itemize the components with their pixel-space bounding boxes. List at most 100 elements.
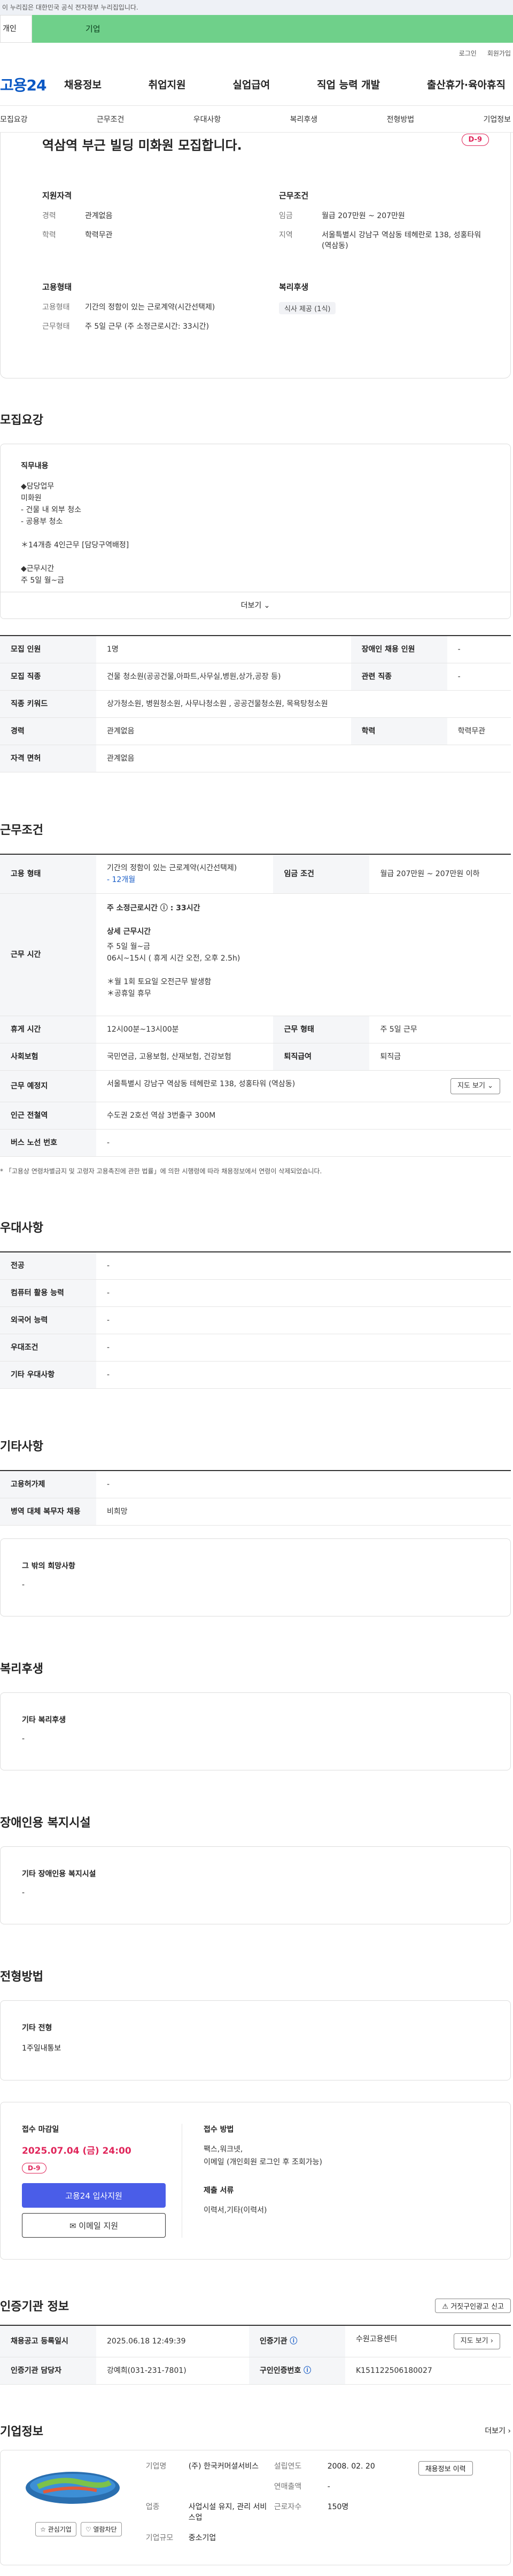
subnav-welfare[interactable]: 복리후생 (290, 114, 318, 125)
site-logo[interactable]: 고용24 (0, 74, 59, 95)
summary-emp-heading: 고용형태 (42, 282, 72, 292)
history-button[interactable]: 채용정보 이력 (418, 2461, 473, 2476)
subnav-corp[interactable]: 기업정보 (483, 114, 511, 125)
email-apply-button[interactable]: ✉ 이메일 지원 (22, 2213, 166, 2238)
cell-label: 고용 형태 (0, 854, 96, 894)
info-icon[interactable]: ⓘ (304, 2366, 311, 2375)
block-company-button[interactable]: ♡ 열람차단 (80, 2522, 122, 2536)
report-button[interactable]: ⚠ 거짓구인광고 신고 (435, 2298, 511, 2313)
section-title-disab: 장애인용 복지시설 (0, 1816, 91, 1830)
cell-label: 기타 우대사항 (0, 1361, 96, 1389)
cert-agency-label: 인증기관 (259, 2337, 287, 2346)
cell-label: 장애인 채용 인원 (351, 636, 447, 663)
cell-label: 자격 면허 (0, 745, 96, 772)
map-button[interactable]: 지도 보기 › (453, 2333, 500, 2349)
table-row: 병역 대체 복무자 채용 비희망 (0, 1498, 511, 1526)
cell-label: 휴게 시간 (0, 1016, 96, 1043)
section-title-work: 근무조건 (0, 824, 43, 837)
cell-label: 인근 전철역 (0, 1102, 96, 1130)
hope-value: - (22, 1581, 25, 1589)
summary-value: 학력무관 (85, 231, 113, 239)
work-place: 서울특별시 강남구 역삼동 테헤란로 138, 성홍타워 (역삼동) (107, 1080, 296, 1088)
map-button[interactable]: 지도 보기 ⌄ (450, 1078, 500, 1094)
tab-business[interactable]: 기업 (32, 15, 513, 43)
apply-button[interactable]: 고용24 입사지원 (22, 2183, 166, 2208)
cell-value: 주 5일 근무 (369, 1016, 511, 1043)
cell-label: 임금 조건 (273, 854, 370, 894)
gnb-employment-support[interactable]: 취업지원 (143, 77, 191, 91)
cell-label: 전공 (0, 1252, 96, 1280)
signup-link[interactable]: 회원가입 (487, 49, 511, 58)
login-link[interactable]: 로그인 (459, 49, 477, 58)
cert-header: 인증기관 정보 ⚠ 거짓구인광고 신고 (0, 2297, 511, 2314)
cell-label: 구인인증번호 ⓘ (248, 2357, 345, 2385)
subnav-recruit[interactable]: 모집요강 (0, 114, 28, 125)
cell-label: 사회보험 (0, 1043, 96, 1071)
summary-employment: 고용형태 고용형태 기간의 정함이 있는 근로계약(시간선택제) 근무형태 주 5일… (42, 281, 247, 341)
pref-table: 전공 - 컴퓨터 활용 능력 - 외국어 능력 - 우대조건 - 기타 우대사항 - (0, 1251, 511, 1389)
cell-label: 인증기관 ⓘ (248, 2325, 345, 2357)
job-summary-card: 역삼역 부근 빌딩 미화원 모집합니다. D-9 지원자격 경력 관계없음 학력 학… (0, 133, 511, 378)
tab-person[interactable]: 개인 (0, 15, 32, 43)
summary-value: 관계없음 (85, 212, 113, 220)
info-icon[interactable]: ⓘ (290, 2337, 297, 2346)
favorite-company-button[interactable]: ☆ 관심기업 (35, 2522, 76, 2536)
summary-label: 학력 (42, 231, 56, 239)
corp-value: 150명 (327, 2503, 349, 2511)
table-row: 모집 직종 건물 청소원(공공건물,아파트,사무실,병원,상가,공장 등) 관련… (0, 663, 511, 691)
summary-qual-heading: 지원자격 (42, 191, 72, 200)
welfare-tag: 식사 제공 (1식) (279, 302, 336, 314)
section-title-recruit: 모집요강 (0, 414, 43, 427)
cell-value: 관계없음 (96, 717, 351, 745)
cell-value: 관계없음 (96, 745, 511, 772)
table-row: 근무 시간 주 소정근로시간 ⓘ : 33시간 상세 근무시간 주 5일 월~금… (0, 893, 511, 1016)
corp-label: 근로자수 (274, 2503, 302, 2511)
table-row: 직종 키워드 상가청소원, 병원청소원, 사무나청소원 , 공공건물청소원, 목… (0, 690, 511, 718)
table-row: 모집 인원 1명 장애인 채용 인원 - (0, 636, 511, 663)
corp-more-label: 더보기 (485, 2427, 506, 2435)
util-bar: 로그인 회원가입 (0, 43, 513, 63)
subnav-screen[interactable]: 전형방법 (387, 114, 415, 125)
gnb-jobs[interactable]: 채용정보 (59, 77, 107, 91)
cell-value: - (96, 1306, 511, 1334)
table-row: 고용 형태 기간의 정함이 있는 근로계약(시간선택제) - 12개월 임금 조건… (0, 854, 511, 894)
summary-value: 서울특별시 강남구 역삼동 테헤란로 138, 성홍타워 (역삼동) (322, 231, 481, 250)
section-title-etc: 기타사항 (0, 1440, 43, 1453)
hope-box: 그 밖의 희망사항 - (0, 1538, 511, 1616)
subnav-work[interactable]: 근무조건 (97, 114, 125, 125)
cell-label: 퇴직급여 (273, 1043, 370, 1071)
method-line: 이메일 (개인회원 로그인 후 조회가능) (204, 2158, 322, 2167)
screen-label: 기타 전형 (22, 2024, 52, 2032)
subnav-pref[interactable]: 우대사항 (193, 114, 221, 125)
gov-notice-bar: 이 누리집은 대한민국 공식 전자정부 누리집입니다. (0, 0, 513, 15)
gnb-parental-leave[interactable]: 출산휴가·육아휴직 (422, 77, 511, 91)
hours-detail-title: 상세 근무시간 (107, 927, 151, 936)
corp-more-link[interactable]: 더보기 › (485, 2425, 511, 2436)
table-row: 근무 예정지 서울특별시 강남구 역삼동 테헤란로 138, 성홍타워 (역삼동… (0, 1070, 511, 1102)
cell-value: - (96, 1129, 511, 1157)
cell-label: 경력 (0, 717, 96, 745)
summary-label: 임금 (279, 212, 293, 220)
table-row: 자격 면허 관계없음 (0, 745, 511, 772)
table-row: 인증기관 담당자 강예희(031-231-7801) 구인인증번호 ⓘ K151… (0, 2357, 511, 2385)
corp-label: 기업명 (145, 2462, 167, 2471)
apply-deadline-panel: 접수 마감일 2025.07.04 (금) 24:00 D-9 고용24 입사지… (22, 2124, 182, 2238)
cell-label: 근무 형태 (273, 1016, 370, 1043)
corp-label: 업종 (145, 2503, 160, 2511)
screen-value: 1주일내통보 (22, 2044, 61, 2053)
disab-label: 기타 장애인용 복지시설 (22, 1870, 96, 1878)
cell-label: 근무 시간 (0, 893, 96, 1016)
gnb-training[interactable]: 직업 능력 개발 (312, 77, 385, 91)
cell-value: 기간의 정함이 있는 근로계약(시간선택제) - 12개월 (96, 854, 274, 894)
cell-value: - (447, 663, 511, 691)
corp-logo (26, 2472, 120, 2504)
cell-label: 외국어 능력 (0, 1306, 96, 1334)
hours-week: 주 소정근로시간 ⓘ : 33시간 (107, 904, 200, 912)
dday-badge: D-9 (22, 2163, 46, 2173)
gnb-unemployment-benefit[interactable]: 실업급여 (227, 77, 275, 91)
job-title: 역삼역 부근 빌딩 미화원 모집합니다. (42, 138, 242, 153)
apply-method-panel: 접수 방법 팩스,워크넷, 이메일 (개인회원 로그인 후 조회가능) 제출 서… (204, 2124, 322, 2238)
more-button[interactable]: 더보기 ⌄ (1, 592, 510, 618)
table-row: 경력 관계없음 학력 학력무관 (0, 717, 511, 745)
disab-box: 기타 장애인용 복지시설 - (0, 1846, 511, 1924)
